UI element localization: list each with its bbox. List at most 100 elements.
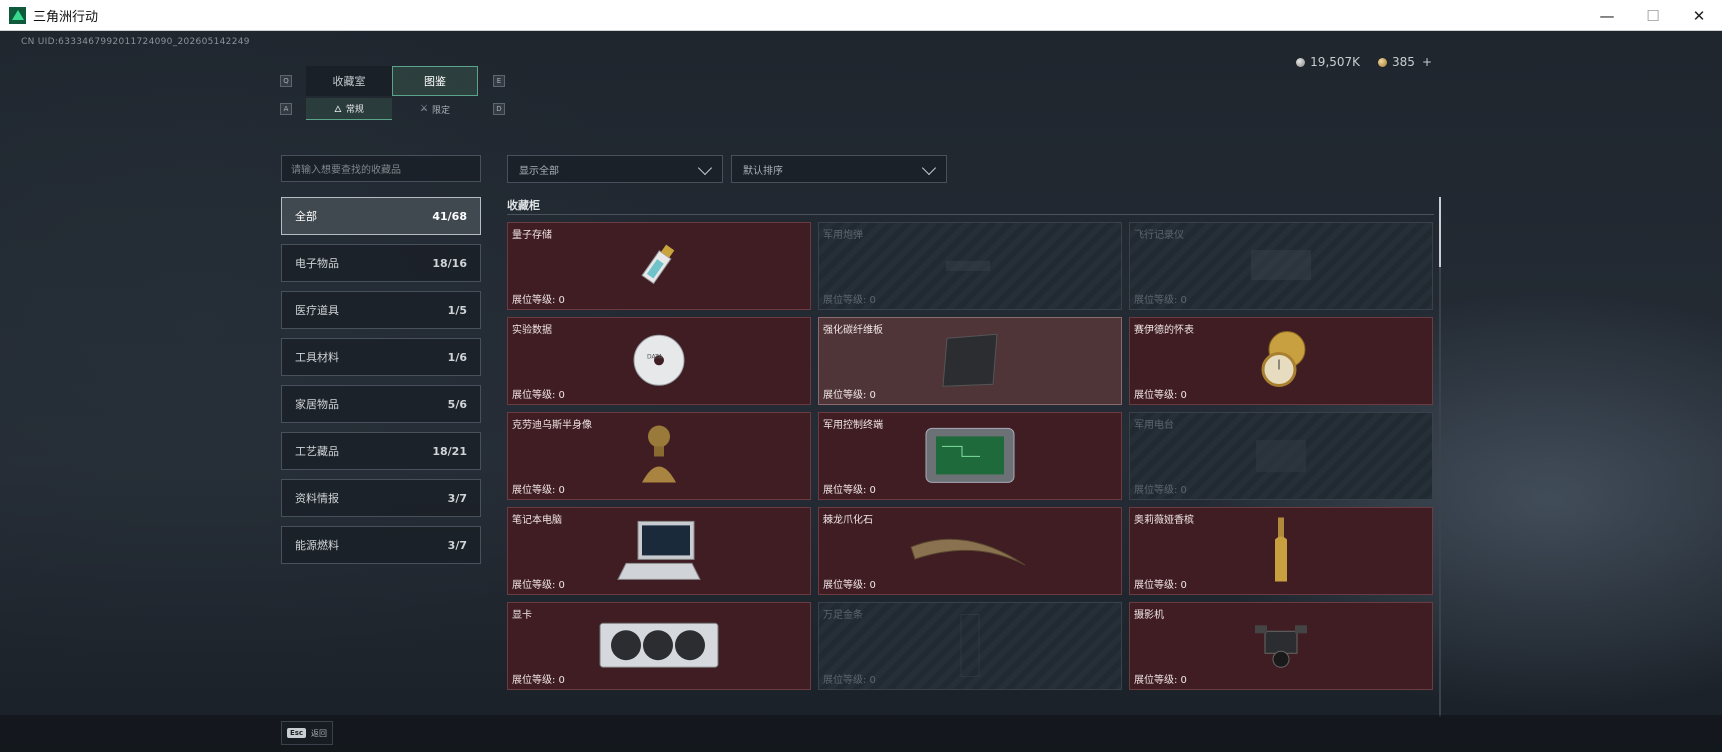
category-label: 能源燃料 [295, 539, 339, 552]
collection-grid: 量子存储 展位等级: 0 军用炮弹 展位等级: 0 飞行记录仪 展位等级: 0 实验数据 DA… [507, 222, 1433, 690]
gpu-icon [598, 617, 720, 677]
minimize-button[interactable]: — [1584, 0, 1630, 31]
laptop-icon [616, 517, 702, 587]
booth-level: 展位等级: 0 [823, 485, 876, 496]
item-name: 奥莉薇娅香槟 [1134, 515, 1194, 526]
item-name: 克劳迪乌斯半身像 [512, 420, 592, 431]
booth-level: 展位等级: 0 [512, 580, 565, 591]
key-hint-d: D [493, 103, 505, 115]
collection-card[interactable]: 军用控制终端 展位等级: 0 [818, 412, 1122, 500]
back-button[interactable]: Esc 返回 [281, 721, 333, 745]
booth-level: 展位等级: 0 [823, 675, 876, 686]
pocket-watch-icon [1251, 325, 1311, 399]
esc-key-icon: Esc [286, 728, 307, 738]
collection-card[interactable]: 摄影机 展位等级: 0 [1129, 602, 1433, 690]
collection-card[interactable]: 笔记本电脑展位等级: 0 [507, 507, 811, 595]
collection-grid-viewport: 量子存储 展位等级: 0 军用炮弹 展位等级: 0 飞行记录仪 展位等级: 0 实验数据 DA… [507, 222, 1435, 716]
flame-icon: 🜂 [334, 104, 342, 115]
sort-value: 默认排序 [743, 165, 783, 177]
item-name: 军用电台 [1134, 420, 1174, 431]
collection-card[interactable]: 量子存储 展位等级: 0 [507, 222, 811, 310]
tab-codex[interactable]: 图鉴 [392, 66, 478, 96]
booth-level: 展位等级: 0 [512, 485, 565, 496]
back-label: 返回 [311, 728, 328, 738]
category-label: 医疗道具 [295, 304, 339, 317]
scrollbar-thumb[interactable] [1439, 197, 1441, 267]
category-count: 41/68 [432, 209, 467, 223]
booth-level: 展位等级: 0 [512, 390, 565, 401]
bust-icon [634, 420, 684, 494]
subtab-limited[interactable]: ⚔ 限定 [392, 98, 478, 120]
section-title: 收藏柜 [507, 199, 540, 212]
sort-select[interactable]: 默认排序 [731, 155, 947, 183]
item-name: 显卡 [512, 610, 532, 621]
carbon-plate-icon [939, 330, 1001, 394]
scrollbar-track[interactable] [1439, 197, 1441, 717]
tab-collection-room[interactable]: 收藏室 [306, 66, 392, 96]
silver-currency: 19,507K [1296, 55, 1360, 69]
booth-level: 展位等级: 0 [1134, 485, 1187, 496]
category-count: 3/7 [447, 538, 467, 552]
item-name: 军用炮弹 [823, 230, 863, 241]
gold-amount: 385 [1392, 55, 1415, 69]
category-all[interactable]: 全部 41/68 [281, 197, 481, 235]
booth-level: 展位等级: 0 [512, 675, 565, 686]
booth-level: 展位等级: 0 [1134, 390, 1187, 401]
close-button[interactable]: ✕ [1676, 0, 1722, 31]
collection-card[interactable]: 万足金条展位等级: 0 [818, 602, 1122, 690]
category-label: 全部 [295, 210, 317, 223]
gold-bar-icon [955, 610, 985, 684]
shell-icon [940, 245, 1000, 289]
category-label: 资料情报 [295, 492, 339, 505]
collection-card[interactable]: 棘龙爪化石展位等级: 0 [818, 507, 1122, 595]
key-hint-e: E [493, 75, 505, 87]
search-input[interactable]: 请输入想要查找的收藏品 [281, 155, 481, 182]
category-electronics[interactable]: 电子物品 18/16 [281, 244, 481, 282]
category-medical[interactable]: 医疗道具 1/5 [281, 291, 481, 329]
item-name: 万足金条 [823, 610, 863, 621]
user-uid: CN UID:6333467992011724090_202605142249 [21, 37, 250, 47]
category-label: 工具材料 [295, 351, 339, 364]
control-terminal-icon [922, 422, 1018, 492]
collection-card[interactable]: 显卡展位等级: 0 [507, 602, 811, 690]
chevron-down-icon [921, 160, 937, 176]
collection-card[interactable]: 克劳迪乌斯半身像 展位等级: 0 [507, 412, 811, 500]
category-crafts[interactable]: 工艺藏品 18/21 [281, 432, 481, 470]
subtab-regular[interactable]: 🜂 常规 [306, 98, 392, 120]
chevron-down-icon [697, 160, 713, 176]
category-count: 1/6 [447, 350, 467, 364]
category-tools[interactable]: 工具材料 1/6 [281, 338, 481, 376]
collection-card[interactable]: 军用电台展位等级: 0 [1129, 412, 1433, 500]
category-energy[interactable]: 能源燃料 3/7 [281, 526, 481, 564]
collection-card[interactable]: 实验数据 DATA 展位等级: 0 [507, 317, 811, 405]
item-name: 棘龙爪化石 [823, 515, 873, 526]
booth-level: 展位等级: 0 [823, 390, 876, 401]
limited-icon: ⚔ [419, 104, 429, 114]
collection-card[interactable]: 奥莉薇娅香槟 展位等级: 0 [1129, 507, 1433, 595]
app-logo-icon [9, 6, 26, 24]
display-filter-select[interactable]: 显示全部 [507, 155, 723, 183]
item-name: 赛伊德的怀表 [1134, 325, 1194, 336]
category-intel[interactable]: 资料情报 3/7 [281, 479, 481, 517]
item-name: 笔记本电脑 [512, 515, 562, 526]
item-name: 实验数据 [512, 325, 552, 336]
window-titlebar: 三角洲行动 — ☐ ✕ [0, 0, 1722, 31]
category-household[interactable]: 家居物品 5/6 [281, 385, 481, 423]
add-currency-button[interactable]: + [1422, 55, 1432, 69]
radio-icon [1246, 430, 1316, 484]
disc-icon: DATA [629, 330, 689, 394]
booth-level: 展位等级: 0 [823, 580, 876, 591]
collection-card[interactable]: 军用炮弹 展位等级: 0 [818, 222, 1122, 310]
category-count: 1/5 [447, 303, 467, 317]
category-count: 3/7 [447, 491, 467, 505]
booth-level: 展位等级: 0 [512, 295, 565, 306]
maximize-button[interactable]: ☐ [1630, 0, 1676, 31]
silver-amount: 19,507K [1310, 55, 1361, 69]
collection-card[interactable]: 飞行记录仪 展位等级: 0 [1129, 222, 1433, 310]
game-viewport: CN UID:6333467992011724090_202605142249 … [0, 31, 1722, 752]
collection-card[interactable]: 强化碳纤维板 展位等级: 0 [818, 317, 1122, 405]
collection-card[interactable]: 赛伊德的怀表 展位等级: 0 [1129, 317, 1433, 405]
item-name: 摄影机 [1134, 610, 1164, 621]
bottom-bar [0, 715, 1722, 752]
booth-level: 展位等级: 0 [1134, 295, 1187, 306]
